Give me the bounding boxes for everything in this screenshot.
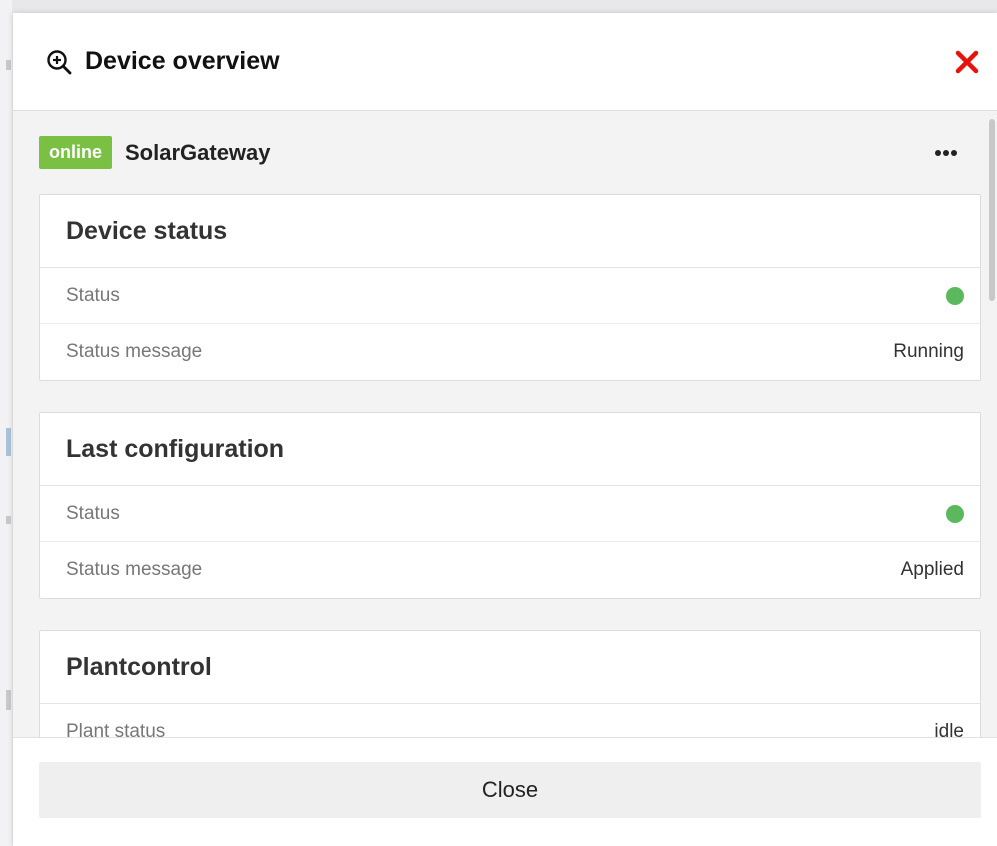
row-value: Applied: [900, 559, 964, 580]
status-badge: online: [39, 136, 112, 169]
row-value: Running: [893, 341, 964, 362]
card-title: Device status: [40, 195, 980, 268]
status-indicator-dot: [946, 287, 964, 305]
card-last-configuration: Last configuration Status Status message…: [39, 412, 981, 599]
scrollbar-thumb[interactable]: [989, 119, 995, 301]
more-icon[interactable]: [935, 144, 965, 164]
modal-header: Device overview: [13, 13, 997, 111]
modal-footer: Close: [13, 737, 997, 846]
status-row: Status: [40, 268, 980, 324]
row-label: Status message: [66, 559, 203, 580]
card-plantcontrol: Plantcontrol Plant status idle: [39, 630, 981, 737]
background-mark: [6, 60, 11, 70]
status-row: Status: [40, 486, 980, 542]
card-title: Last configuration: [40, 413, 980, 486]
background-mark: [6, 690, 11, 710]
row-label: Status message: [66, 341, 203, 362]
background-mark: [6, 516, 11, 524]
card-device-status: Device status Status Status message Runn…: [39, 194, 981, 381]
zoom-in-icon: [47, 50, 72, 75]
row-label: Status: [66, 503, 120, 524]
modal-title: Device overview: [85, 47, 280, 75]
modal-body[interactable]: online SolarGateway Device status Status…: [13, 111, 997, 737]
background-strip: [0, 0, 12, 846]
row-label: Status: [66, 285, 120, 306]
background-mark: [6, 428, 11, 456]
status-message-row: Status message Applied: [40, 542, 980, 598]
plant-status-row: Plant status idle: [40, 704, 980, 737]
device-bar: online SolarGateway: [39, 136, 969, 170]
device-overview-modal: Device overview online SolarGateway Devi…: [13, 13, 997, 846]
device-name: SolarGateway: [125, 140, 271, 165]
close-icon[interactable]: [953, 48, 981, 76]
row-value: idle: [934, 721, 964, 737]
status-message-row: Status message Running: [40, 324, 980, 380]
status-indicator-dot: [946, 505, 964, 523]
row-label: Plant status: [66, 721, 166, 737]
card-title: Plantcontrol: [40, 631, 980, 704]
close-button[interactable]: Close: [39, 762, 981, 818]
